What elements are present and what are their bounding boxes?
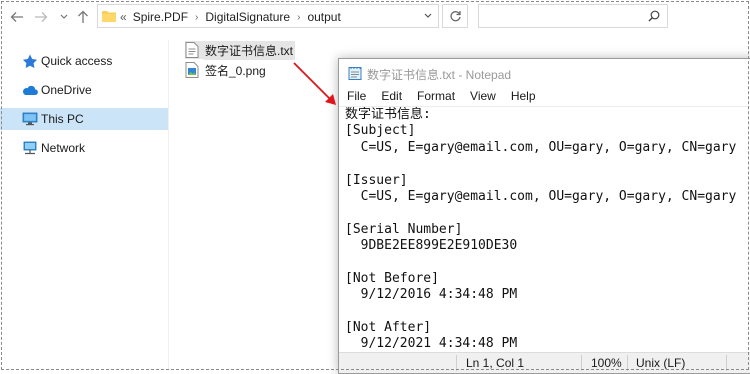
status-divider <box>726 355 727 371</box>
text-line <box>345 304 736 320</box>
notepad-title-bar[interactable]: 数字证书信息.txt - Notepad <box>339 59 750 87</box>
text-line: [Not Before] <box>345 270 439 286</box>
menu-help[interactable]: Help <box>503 88 543 106</box>
breadcrumb-digitalsignature[interactable]: DigitalSignature <box>205 10 290 24</box>
cloud-icon <box>22 85 38 96</box>
nav-item-label: OneDrive <box>41 83 92 97</box>
text-line: [Subject] <box>345 123 416 139</box>
nav-item-label: Network <box>41 141 86 155</box>
notepad-menu-bar: File Edit Format View Help <box>339 88 543 106</box>
text-line <box>345 255 736 271</box>
status-zoom: 100% <box>591 356 622 370</box>
chevron-down-icon[interactable] <box>424 13 432 19</box>
text-line: 9DBE2EE899E2E910DE30 <box>345 238 518 254</box>
text-line: [Not After] <box>345 320 432 336</box>
file-name: 签名_0.png <box>205 63 266 78</box>
breadcrumb-spire-pdf[interactable]: Spire.PDF <box>133 10 188 24</box>
nav-item-label: Quick access <box>41 54 113 68</box>
image-file-icon <box>185 62 199 78</box>
status-cursor-position: Ln 1, Col 1 <box>466 356 525 370</box>
text-line <box>345 156 736 172</box>
text-line: C=US, E=gary@email.com, OU=gary, O=gary,… <box>345 139 737 155</box>
refresh-icon <box>449 10 461 21</box>
text-line: C=US, E=gary@email.com, OU=gary, O=gary,… <box>345 188 737 204</box>
file-item-certificate-txt[interactable]: 数字证书信息.txt <box>185 40 296 60</box>
folder-icon <box>102 11 116 22</box>
nav-item-quick-access[interactable]: Quick access <box>0 50 168 72</box>
menu-view[interactable]: View <box>462 88 503 106</box>
arrow-up-icon <box>78 10 88 23</box>
back-button[interactable] <box>8 8 26 26</box>
status-line-ending: Unix (LF) <box>636 356 686 370</box>
nav-item-this-pc[interactable]: This PC <box>0 108 168 130</box>
notepad-window[interactable]: 数字证书信息.txt - Notepad File Edit Format Vi… <box>338 58 750 374</box>
breadcrumb-separator-icon: › <box>297 11 301 23</box>
address-bar[interactable]: « Spire.PDF › DigitalSignature › output <box>97 4 439 28</box>
breadcrumb-overflow[interactable]: « <box>120 10 127 24</box>
navigation-pane: Quick access OneDrive This PC Network <box>0 40 168 370</box>
nav-item-onedrive[interactable]: OneDrive <box>0 79 168 101</box>
nav-item-network[interactable]: Network <box>0 137 168 159</box>
text-line: 数字证书信息: <box>345 107 431 122</box>
menu-edit[interactable]: Edit <box>373 88 409 106</box>
nav-item-label: This PC <box>41 112 84 126</box>
arrow-left-icon <box>10 12 23 22</box>
search-input[interactable] <box>478 4 668 28</box>
text-line: 9/12/2016 4:34:48 PM <box>345 287 518 303</box>
file-item-signature-png[interactable]: 签名_0.png <box>185 61 268 79</box>
notepad-status-bar: Ln 1, Col 1 100% Unix (LF) <box>339 352 750 373</box>
refresh-button[interactable] <box>442 4 468 28</box>
text-file-icon <box>185 42 199 58</box>
status-divider <box>627 355 628 371</box>
recent-locations-button[interactable] <box>55 8 73 26</box>
computer-icon <box>22 112 38 126</box>
notepad-icon <box>348 67 362 80</box>
star-icon <box>22 54 38 68</box>
network-icon <box>23 141 37 155</box>
text-line: [Serial Number] <box>345 221 463 237</box>
text-line: [Issuer] <box>345 172 408 188</box>
breadcrumb-output[interactable]: output <box>307 10 340 24</box>
notepad-title: 数字证书信息.txt - Notepad <box>367 68 512 82</box>
menu-format[interactable]: Format <box>409 88 462 106</box>
status-divider <box>456 355 457 371</box>
status-divider <box>581 355 582 371</box>
search-icon <box>648 10 660 22</box>
forward-button[interactable] <box>32 8 50 26</box>
file-name: 数字证书信息.txt <box>203 40 296 60</box>
breadcrumb-separator-icon: › <box>195 11 199 23</box>
text-line <box>345 205 736 221</box>
up-button[interactable] <box>74 8 92 26</box>
notepad-text-area[interactable]: 数字证书信息: [Subject] C=US, E=gary@email.com… <box>339 106 750 353</box>
menu-file[interactable]: File <box>339 88 373 106</box>
pane-divider[interactable] <box>168 40 169 370</box>
chevron-down-icon <box>60 14 68 19</box>
arrow-right-icon <box>35 12 48 22</box>
text-line: 9/12/2021 4:34:48 PM <box>345 336 518 352</box>
